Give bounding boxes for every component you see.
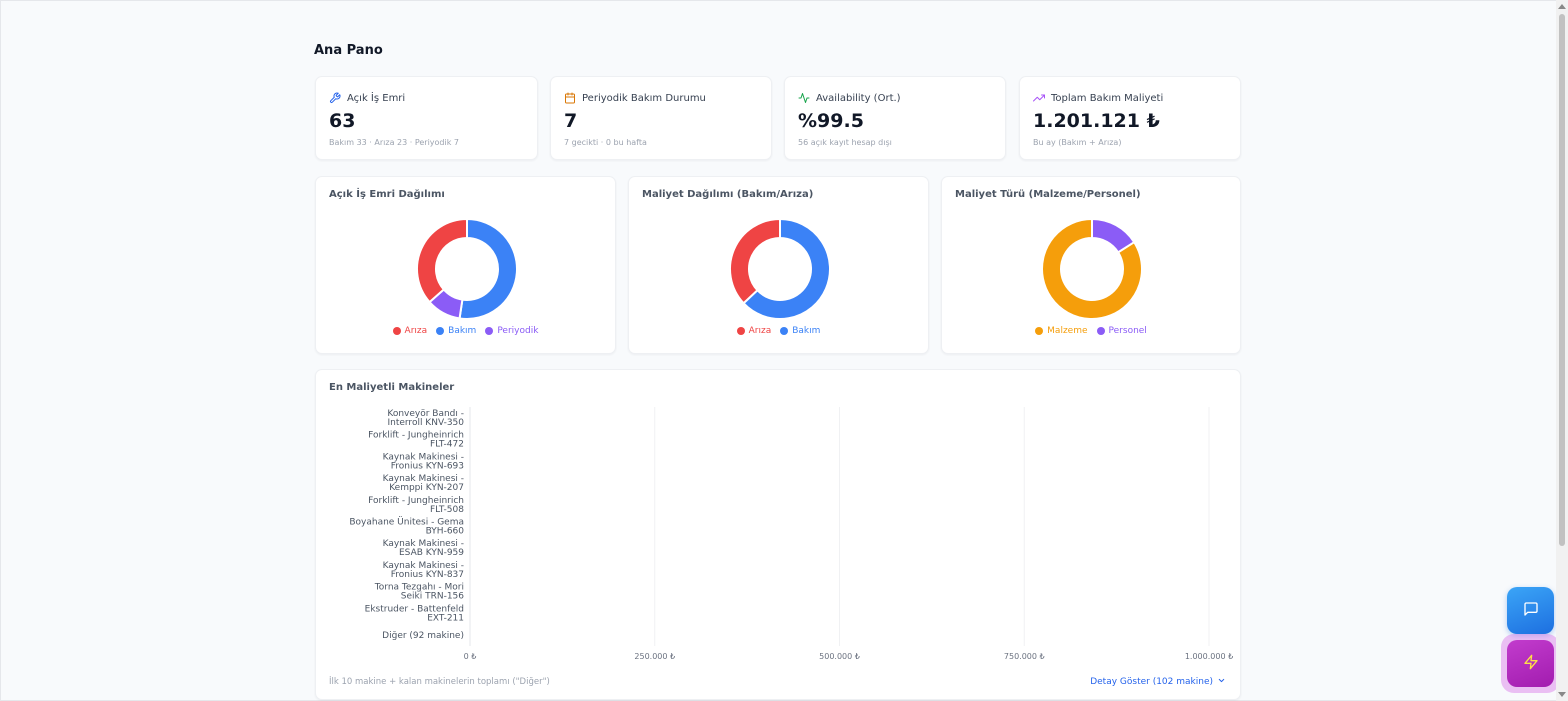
legend-dot bbox=[780, 327, 789, 335]
legend-label: Bakım bbox=[448, 326, 477, 336]
activity-icon bbox=[798, 89, 810, 108]
show-details-button[interactable]: Detay Göster (102 makine) bbox=[1090, 676, 1226, 688]
lightning-icon bbox=[1523, 654, 1539, 674]
chart-card-work-order-distribution: Açık İş Emri Dağılımı Arıza Bakım Periyodi… bbox=[315, 176, 616, 354]
donut-chart bbox=[416, 217, 518, 320]
x-tick-label: 0 ₺ bbox=[464, 652, 477, 661]
y-category-label: Kaynak Makinesi -Kemppi KYN-207 bbox=[383, 474, 464, 493]
y-category-label: Kaynak Makinesi -Fronius KYN-837 bbox=[383, 561, 464, 580]
stat-label: Periyodik Bakım Durumu bbox=[582, 93, 706, 104]
donut-slice-arıza[interactable] bbox=[416, 217, 468, 304]
legend-dot bbox=[1096, 327, 1105, 335]
y-category-label: Kaynak Makinesi -ESAB KYN-959 bbox=[383, 539, 465, 558]
chart-card-cost-type: Maliyet Türü (Malzeme/Personel) Malzeme P… bbox=[941, 176, 1241, 354]
x-tick-label: 250.000 ₺ bbox=[634, 652, 675, 661]
y-category-label: Diğer (92 makine) bbox=[382, 631, 464, 641]
legend-item[interactable]: Bakım bbox=[436, 326, 476, 336]
stat-label: Toplam Bakım Maliyeti bbox=[1051, 93, 1164, 104]
y-category-label: Ekstruder - Battenfeld EXT-211 bbox=[365, 604, 464, 623]
legend-dot bbox=[436, 327, 445, 335]
donut-chart bbox=[729, 217, 831, 320]
stat-subtext: 7 gecikti · 0 bu hafta bbox=[564, 138, 647, 147]
stat-label: Availability (Ort.) bbox=[816, 93, 901, 104]
quick-action-button[interactable] bbox=[1507, 640, 1554, 687]
chevron-down-icon bbox=[1217, 676, 1226, 688]
scroll-up-arrow-icon[interactable] bbox=[1558, 4, 1566, 9]
y-category-label: Forklift - Jungheinrich FLT-472 bbox=[368, 431, 464, 450]
chart-footnote: İlk 10 makine + kalan makinelerin toplam… bbox=[329, 677, 550, 687]
chart-legend: Malzeme Personel bbox=[942, 326, 1240, 336]
legend-label: Arıza bbox=[404, 326, 428, 336]
chart-title: Maliyet Türü (Malzeme/Personel) bbox=[955, 189, 1141, 200]
wrench-icon bbox=[329, 89, 341, 108]
legend-dot bbox=[485, 327, 494, 335]
legend-item[interactable]: Bakım bbox=[780, 326, 820, 336]
y-category-label: Konveyör Bandı -Interroll KNV-350 bbox=[387, 409, 464, 428]
chat-icon bbox=[1523, 601, 1539, 621]
stat-value: 7 bbox=[564, 110, 578, 132]
scroll-down-arrow-icon[interactable] bbox=[1558, 692, 1566, 697]
chart-card-cost-distribution: Maliyet Dağılımı (Bakım/Arıza) Arıza Bakı… bbox=[628, 176, 929, 354]
stat-card-open-work-orders: Açık İş Emri 63 Bakım 33 · Arıza 23 · Pe… bbox=[315, 76, 538, 160]
y-category-label: Torna Tezgahı - Mori Seiki TRN-156 bbox=[374, 583, 464, 602]
donut-slice-bakım[interactable] bbox=[458, 217, 518, 320]
legend-item[interactable]: Malzeme bbox=[1035, 326, 1088, 336]
legend-item[interactable]: Periyodik bbox=[485, 326, 538, 336]
stat-card-total-cost: Toplam Bakım Maliyeti 1.201.121 ₺ Bu ay … bbox=[1019, 76, 1241, 160]
chart-title: Maliyet Dağılımı (Bakım/Arıza) bbox=[642, 189, 814, 200]
stat-subtext: Bakım 33 · Arıza 23 · Periyodik 7 bbox=[329, 138, 459, 147]
chart-card-most-costly-machines: En Maliyetli Makineler 0 ₺ 250.000 ₺ 500.0… bbox=[315, 369, 1241, 700]
bar-chart: 0 ₺ 250.000 ₺ 500.000 ₺ 750.000 ₺ 1.000.000 … bbox=[349, 407, 1233, 661]
chart-legend: Arıza Bakım bbox=[629, 326, 928, 336]
donut-slice-arıza[interactable] bbox=[729, 217, 781, 305]
stat-subtext: Bu ay (Bakım + Arıza) bbox=[1033, 138, 1122, 147]
legend-item[interactable]: Arıza bbox=[392, 326, 428, 336]
stat-value: 1.201.121 ₺ bbox=[1033, 110, 1160, 132]
stat-value: %99.5 bbox=[798, 110, 864, 132]
legend-label: Bakım bbox=[792, 326, 821, 336]
stat-card-availability: Availability (Ort.) %99.5 56 açık kayıt … bbox=[784, 76, 1006, 160]
scrollbar-thumb[interactable] bbox=[1559, 14, 1565, 546]
legend-label: Arıza bbox=[748, 326, 772, 336]
trending-up-icon bbox=[1033, 89, 1045, 108]
legend-dot bbox=[736, 327, 745, 335]
calendar-icon bbox=[564, 89, 576, 108]
page-scrollbar[interactable] bbox=[1556, 0, 1568, 701]
stat-subtext: 56 açık kayıt hesap dışı bbox=[798, 138, 892, 147]
show-details-label: Detay Göster (102 makine) bbox=[1090, 677, 1213, 687]
x-tick-label: 1.000.000 ₺ bbox=[1185, 652, 1233, 661]
chart-title: Açık İş Emri Dağılımı bbox=[329, 189, 445, 200]
legend-item[interactable]: Arıza bbox=[736, 326, 772, 336]
donut-chart bbox=[1041, 217, 1143, 320]
legend-item[interactable]: Personel bbox=[1096, 326, 1147, 336]
legend-label: Personel bbox=[1108, 326, 1147, 336]
page-title: Ana Pano bbox=[314, 43, 383, 58]
y-category-label: Forklift - Jungheinrich FLT-508 bbox=[368, 496, 464, 515]
stat-value: 63 bbox=[329, 110, 356, 132]
legend-dot bbox=[392, 327, 401, 335]
chat-button[interactable] bbox=[1507, 587, 1554, 634]
y-category-label: Boyahane Ünitesi - Gema BYH-660 bbox=[349, 517, 464, 537]
y-category-label: Kaynak Makinesi -Fronius KYN-693 bbox=[383, 452, 464, 471]
x-tick-label: 750.000 ₺ bbox=[1004, 652, 1045, 661]
stat-label: Açık İş Emri bbox=[347, 93, 406, 104]
stat-card-periodic-maintenance: Periyodik Bakım Durumu 7 7 gecikti · 0 b… bbox=[550, 76, 772, 160]
legend-label: Periyodik bbox=[497, 326, 539, 336]
x-tick-label: 500.000 ₺ bbox=[819, 652, 860, 661]
chart-legend: Arıza Bakım Periyodik bbox=[316, 326, 615, 336]
legend-dot bbox=[1035, 327, 1044, 335]
legend-label: Malzeme bbox=[1047, 326, 1088, 336]
